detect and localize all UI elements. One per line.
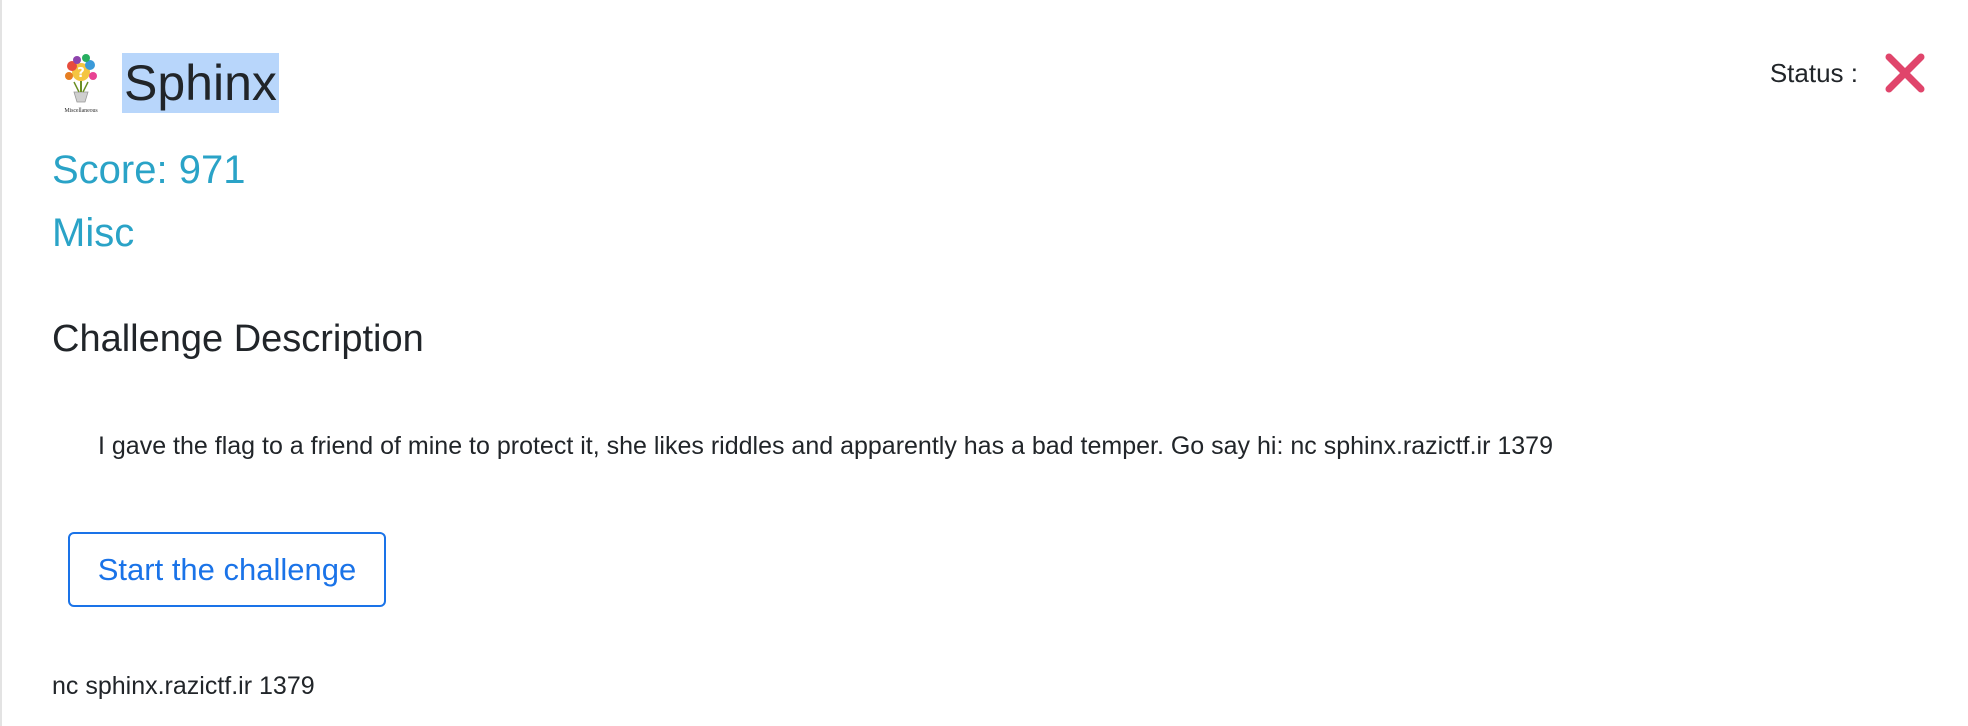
start-challenge-button[interactable]: Start the challenge xyxy=(68,532,386,607)
category-icon-caption: Miscellaneous xyxy=(64,108,98,114)
description-text: I gave the flag to a friend of mine to p… xyxy=(98,432,1553,460)
challenge-title: Sphinx xyxy=(122,53,279,113)
challenge-header: ? Miscellaneous Sphinx xyxy=(52,52,279,114)
status-label: Status : xyxy=(1769,57,1858,88)
challenge-page: ? Miscellaneous Sphinx Status : Score: 9… xyxy=(0,0,1968,726)
description-heading: Challenge Description xyxy=(52,318,424,360)
challenge-category: Misc xyxy=(52,211,135,255)
connection-info: nc sphinx.razictf.ir 1379 xyxy=(52,672,315,700)
close-icon xyxy=(1885,53,1925,93)
status-indicator: Status : xyxy=(1770,52,1926,94)
challenge-score: Score: 971 xyxy=(52,148,246,192)
svg-text:?: ? xyxy=(77,66,85,81)
misc-category-icon: ? Miscellaneous xyxy=(52,52,110,114)
